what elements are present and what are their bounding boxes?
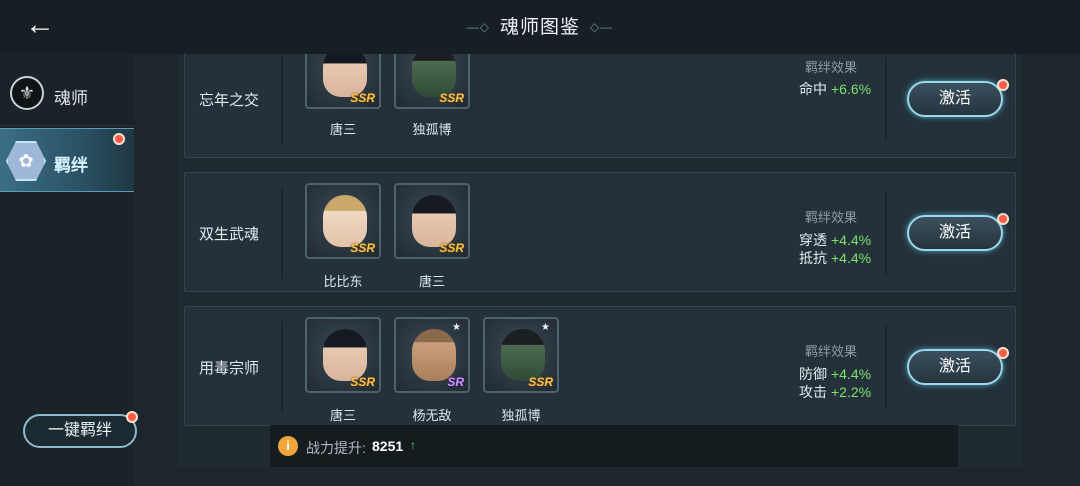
effect-title: 羁绊效果 [805, 344, 858, 359]
hero-portrait-tang-san[interactable]: SSR [305, 54, 381, 109]
activate-label: 激活 [938, 224, 971, 241]
hero-portrait-bibi-dong[interactable]: SSR [305, 183, 381, 259]
hero-portrait-yang-wudi[interactable]: ★ SR [394, 317, 470, 393]
card-divider [281, 321, 283, 413]
one-key-bond-button[interactable]: 一键羁绊 [23, 414, 137, 448]
hero-name: 杨无敌 [412, 408, 452, 423]
notification-dot [126, 411, 138, 423]
effect-value: +4.4% [831, 366, 872, 382]
title-left-ornament-icon: —◇ [466, 20, 490, 34]
hero-portrait-tang-san[interactable]: SSR [394, 183, 470, 259]
effect-value: +4.4% [831, 232, 872, 248]
bond-card: 双生武魂 SSR 比比东 SSR 唐三 羁绊效果 穿透 +4.4% 抵抗 +4.4%… [184, 172, 1016, 292]
hero-name: 唐三 [418, 274, 445, 289]
title-right-ornament-icon: ◇— [590, 20, 614, 34]
effect-title: 羁绊效果 [805, 210, 858, 225]
effect-value: +4.4% [831, 250, 872, 266]
activate-label: 激活 [938, 90, 971, 107]
bond-list[interactable]: 忘年之交 SSR 唐三 ★ SSR 独孤博 羁绊效果 命中+6.6% 激活 双生… [178, 54, 1022, 468]
notification-dot [997, 213, 1009, 225]
effect-value: +2.2% [831, 384, 872, 400]
activate-button[interactable]: 激活 [907, 349, 1003, 385]
power-value: 8251 [372, 438, 404, 454]
notification-dot [113, 133, 125, 145]
bond-card: 用毒宗师 SSR 唐三 ★ SR 杨无敌 ★ SSR 独孤博 羁绊效果 防御 +4… [184, 306, 1016, 426]
star-icon: ★ [541, 322, 550, 333]
one-key-bond-label: 一键羁绊 [47, 422, 112, 439]
effect-divider [885, 191, 887, 275]
effect-stat: 攻击 [799, 384, 827, 400]
hero-face [501, 329, 545, 381]
effect-line: 命中 +6.6% [799, 79, 871, 99]
header-bar: ← —◇ 魂师图鉴 ◇— [0, 0, 1080, 54]
effect-line: 防御 +4.4% [799, 364, 871, 384]
hero-portrait-dugu-bo[interactable]: ★ SSR [394, 54, 470, 109]
effect-value: +6.6% [831, 81, 872, 97]
rarity-badge: SSR [439, 91, 464, 105]
rarity-badge: SSR [439, 241, 464, 255]
page-title-wrap: —◇ 魂师图鉴 ◇— [0, 12, 1080, 39]
star-icon: ★ [452, 322, 461, 333]
sidebar: ⚜ 魂师 ✿ 羁绊 一键羁绊 [0, 54, 138, 486]
rarity-badge: SSR [350, 91, 375, 105]
hero-name: 比比东 [323, 274, 363, 289]
effect-title: 羁绊效果 [805, 60, 858, 75]
effect-line: 抵抗 +4.4% [799, 248, 871, 268]
notification-dot [997, 347, 1009, 359]
rarity-badge: SSR [350, 241, 375, 255]
activate-button[interactable]: 激活 [907, 81, 1003, 117]
hero-name: 独孤博 [501, 408, 541, 423]
hero-portrait-dugu-bo[interactable]: ★ SSR [483, 317, 559, 393]
hero-face [323, 195, 367, 247]
bond-card: 忘年之交 SSR 唐三 ★ SSR 独孤博 羁绊效果 命中+6.6% 激活 [184, 54, 1016, 158]
activate-button[interactable]: 激活 [907, 215, 1003, 251]
effect-stat: 防御 [799, 366, 827, 382]
sidebar-item-label: 魂师 [54, 89, 88, 108]
info-icon[interactable]: i [278, 436, 298, 456]
rarity-badge: SSR [528, 375, 553, 389]
effect-divider [885, 57, 887, 141]
sidebar-item-label: 羁绊 [54, 156, 88, 175]
effect-line: 攻击 +2.2% [799, 382, 871, 402]
hero-name: 独孤博 [412, 122, 452, 137]
hero-face [412, 195, 456, 247]
hero-name: 唐三 [329, 122, 356, 137]
rarity-badge: SSR [350, 375, 375, 389]
bond-flower-icon: ✿ [6, 141, 46, 181]
bond-name: 用毒宗师 [199, 359, 260, 377]
soul-master-emblem-icon: ⚜ [10, 76, 44, 110]
effect-divider [885, 325, 887, 409]
effect-line: 穿透 +4.4% [799, 230, 871, 250]
rarity-badge: SR [447, 375, 464, 389]
activate-label: 激活 [938, 358, 971, 375]
notification-dot [997, 79, 1009, 91]
bond-name: 双生武魂 [199, 225, 260, 243]
sidebar-item-bond[interactable]: ✿ 羁绊 [0, 128, 134, 192]
effect-stat: 抵抗 [799, 250, 827, 266]
effect-stat: 命中 [799, 81, 827, 97]
hero-name: 唐三 [329, 408, 356, 423]
effect-stat: 穿透 [799, 232, 827, 248]
hero-face [323, 329, 367, 381]
page-title: 魂师图鉴 [499, 17, 580, 38]
up-arrow-icon: ↑ [410, 438, 416, 452]
power-increase-bar: i 战力提升: 8251 ↑ [270, 425, 958, 467]
card-divider [281, 54, 283, 145]
hero-portrait-tang-san[interactable]: SSR [305, 317, 381, 393]
sidebar-item-soul-master[interactable]: ⚜ 魂师 [0, 62, 134, 126]
bond-name: 忘年之交 [199, 91, 260, 109]
card-divider [281, 187, 283, 279]
hero-face [412, 329, 456, 381]
power-label: 战力提升: [306, 440, 366, 456]
